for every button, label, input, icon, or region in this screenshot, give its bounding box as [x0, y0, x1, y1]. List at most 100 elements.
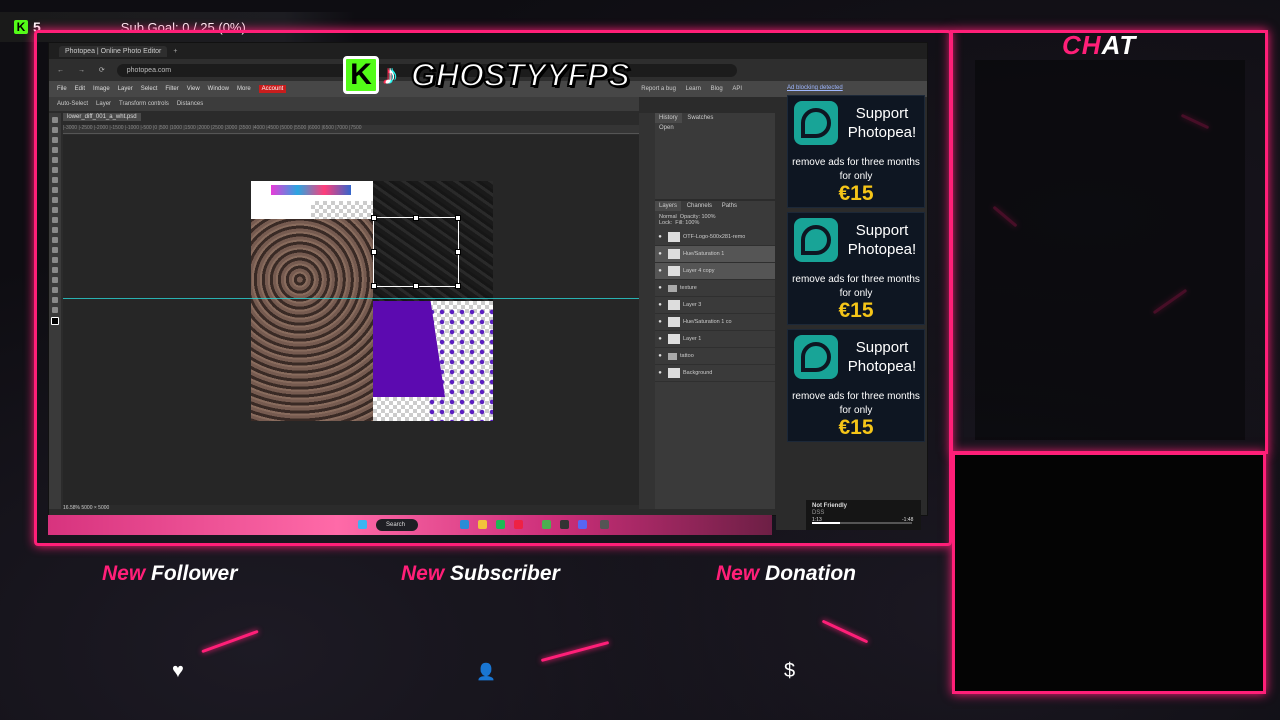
history-brush-tool-icon[interactable]	[52, 207, 58, 213]
layer-row[interactable]: ● Layer 4 copy	[655, 263, 775, 280]
stamp-tool-icon[interactable]	[52, 197, 58, 203]
visibility-eye-icon[interactable]: ●	[655, 285, 665, 291]
blur-tool-icon[interactable]	[52, 237, 58, 243]
menu-edit[interactable]: Edit	[75, 86, 85, 92]
color-swatch-icon[interactable]	[51, 317, 59, 325]
brush-tool-icon[interactable]	[52, 187, 58, 193]
visibility-eye-icon[interactable]: ●	[655, 302, 665, 308]
menu-window[interactable]: Window	[208, 86, 229, 92]
layer-select[interactable]: Layer	[96, 101, 111, 107]
settings-icon[interactable]	[600, 520, 609, 529]
visibility-eye-icon[interactable]: ●	[655, 268, 665, 274]
eyedropper-tool-icon[interactable]	[52, 167, 58, 173]
menu-file[interactable]: File	[57, 86, 67, 92]
path-tool-icon[interactable]	[52, 267, 58, 273]
menu-layer[interactable]: Layer	[118, 86, 133, 92]
layer-row[interactable]: ● Layer 1	[655, 331, 775, 348]
tab-paths[interactable]: Paths	[718, 201, 741, 211]
transform-handle[interactable]	[455, 283, 461, 289]
crop-tool-icon[interactable]	[52, 157, 58, 163]
discord-icon[interactable]	[578, 520, 587, 529]
visibility-eye-icon[interactable]: ●	[655, 251, 665, 257]
dodge-tool-icon[interactable]	[52, 247, 58, 253]
photopea-logo-icon	[794, 101, 838, 145]
taskview-icon[interactable]	[460, 520, 469, 529]
zoom-tool-icon[interactable]	[52, 307, 58, 313]
support-photopea-ad[interactable]: Support Photopea! remove ads for three mo…	[787, 329, 925, 442]
transform-handle[interactable]	[455, 215, 461, 221]
tab-swatches[interactable]: Swatches	[683, 113, 717, 123]
report-bug-link[interactable]: Report a bug	[641, 86, 676, 92]
blog-link[interactable]: Blog	[711, 86, 723, 92]
channel-name: GHOSTYYFPS	[410, 56, 631, 94]
layer-row[interactable]: ● tattoo	[655, 348, 775, 365]
tab-channels[interactable]: Channels	[683, 201, 716, 211]
eraser-tool-icon[interactable]	[52, 217, 58, 223]
layer-row[interactable]: ● OTF-Logo-500x281-remo	[655, 229, 775, 246]
support-photopea-ad[interactable]: Support Photopea! remove ads for three mo…	[787, 95, 925, 208]
document-canvas[interactable]	[251, 181, 493, 421]
menu-filter[interactable]: Filter	[165, 86, 178, 92]
spotify-icon[interactable]	[496, 520, 505, 529]
chrome-icon[interactable]	[542, 520, 551, 529]
learn-link[interactable]: Learn	[686, 86, 701, 92]
marquee-tool-icon[interactable]	[52, 127, 58, 133]
browser-tab[interactable]: Photopea | Online Photo Editor	[59, 45, 168, 57]
transform-handle[interactable]	[371, 283, 377, 289]
nav-buttons-icon[interactable]: ← → ⟳	[57, 66, 111, 74]
ad-blocking-notice[interactable]: Ad blocking detected	[787, 85, 843, 91]
visibility-eye-icon[interactable]: ●	[655, 370, 665, 376]
transform-handle[interactable]	[455, 249, 461, 255]
app-icon[interactable]	[514, 520, 523, 529]
transform-handle[interactable]	[413, 283, 419, 289]
heal-tool-icon[interactable]	[52, 177, 58, 183]
document-tab[interactable]: lower_diff_001_a_wht.psd	[63, 113, 141, 121]
layer-row[interactable]: ● Layer 3	[655, 297, 775, 314]
explorer-icon[interactable]	[478, 520, 487, 529]
guide-line[interactable]	[63, 298, 639, 299]
taskbar-search[interactable]: Search	[376, 519, 418, 531]
hand-tool-icon[interactable]	[52, 297, 58, 303]
api-link[interactable]: API	[732, 86, 742, 92]
tab-history[interactable]: History	[655, 113, 682, 123]
history-item[interactable]: Open	[655, 123, 775, 133]
track-progress-bar[interactable]	[812, 522, 912, 524]
transform-controls-checkbox[interactable]: Transform controls	[119, 101, 169, 107]
menu-select[interactable]: Select	[141, 86, 158, 92]
lasso-tool-icon[interactable]	[52, 137, 58, 143]
move-tool-icon[interactable]	[52, 117, 58, 123]
gradient-tool-icon[interactable]	[52, 227, 58, 233]
account-button[interactable]: Account	[258, 85, 287, 93]
transform-handle[interactable]	[371, 249, 377, 255]
obs-icon[interactable]	[560, 520, 569, 529]
support-photopea-ad[interactable]: Support Photopea! remove ads for three mo…	[787, 212, 925, 325]
canvas-area[interactable]	[63, 135, 639, 505]
type-tool-icon[interactable]	[52, 257, 58, 263]
transform-handle[interactable]	[371, 215, 377, 221]
transform-handle[interactable]	[413, 215, 419, 221]
layer-row[interactable]: ● Hue/Saturation 1 co	[655, 314, 775, 331]
track-progress-fill	[812, 522, 840, 524]
layer-row[interactable]: ● Background	[655, 365, 775, 382]
shape-tool-icon[interactable]	[52, 287, 58, 293]
visibility-eye-icon[interactable]: ●	[655, 319, 665, 325]
visibility-eye-icon[interactable]: ●	[655, 353, 665, 359]
menu-view[interactable]: View	[187, 86, 200, 92]
windows-start-icon[interactable]	[358, 520, 367, 529]
ad-title: Support Photopea!	[847, 222, 917, 258]
visibility-eye-icon[interactable]: ●	[655, 234, 665, 240]
fill-field[interactable]: Fill: 100%	[675, 220, 699, 226]
tab-layers[interactable]: Layers	[655, 201, 682, 211]
wand-tool-icon[interactable]	[52, 147, 58, 153]
transform-selection-box[interactable]	[371, 215, 461, 289]
new-tab-button[interactable]: +	[173, 48, 177, 55]
auto-select-checkbox[interactable]: Auto-Select	[57, 101, 88, 107]
layer-row[interactable]: ● texture	[655, 280, 775, 297]
visibility-eye-icon[interactable]: ●	[655, 336, 665, 342]
menu-image[interactable]: Image	[93, 86, 110, 92]
menu-more[interactable]: More	[237, 86, 251, 92]
pen-tool-icon[interactable]	[52, 277, 58, 283]
layer-row[interactable]: ● Hue/Saturation 1	[655, 246, 775, 263]
distances-checkbox[interactable]: Distances	[177, 101, 203, 107]
tattoo-texture	[251, 219, 373, 421]
